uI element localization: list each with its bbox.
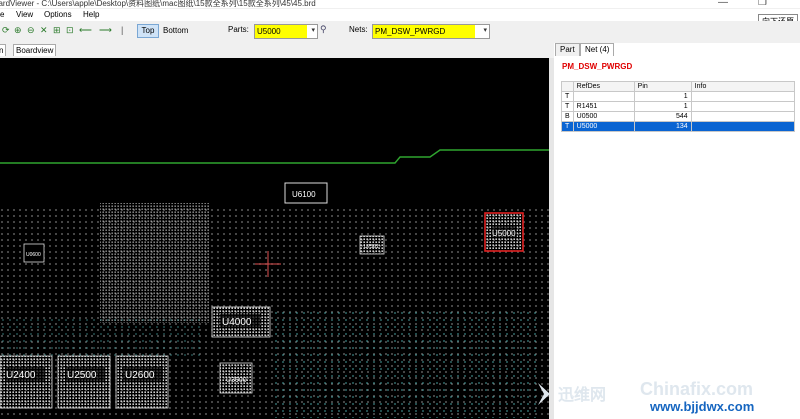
menu-bar: e View Options Help <box>0 9 800 21</box>
board-canvas[interactable]: U6100 U5000 U4000 U2400 U2500 U2600 U390… <box>0 58 549 419</box>
table-row[interactable]: T R1451 1 <box>561 101 795 112</box>
component-U2500[interactable]: U2500 <box>57 355 111 409</box>
cell-side: T <box>561 91 574 102</box>
teal-via-field-left <box>0 318 200 358</box>
cell-info <box>690 101 795 112</box>
component-U6100[interactable]: U6100 <box>284 182 328 204</box>
cell-info <box>690 91 795 102</box>
cell-pin: 544 <box>633 111 692 122</box>
bottom-side-button[interactable]: Bottom <box>163 26 188 35</box>
cell-side: B <box>561 111 574 122</box>
component-label: U4000 <box>222 317 252 328</box>
watermark-text-url: www.bjjdwx.com <box>650 399 755 414</box>
top-side-button[interactable]: Top <box>137 24 159 38</box>
component-label: U6100 <box>292 190 316 199</box>
board-outline-trace <box>0 149 549 164</box>
net-panel: Part Net (4) PM_DSW_PWRGD RefDes Pin Inf… <box>554 43 800 419</box>
chevron-down-icon[interactable]: ▾ <box>483 26 487 34</box>
watermark: 迅维网 Chinafix.com www.bjjdwx.com <box>530 375 800 419</box>
component-U4000[interactable]: U4000 <box>211 306 271 338</box>
table-row[interactable]: B U0500 544 <box>561 111 795 122</box>
menu-view[interactable]: View <box>16 10 33 19</box>
component-U7501[interactable]: U7501 <box>359 235 385 255</box>
watermark-text-cn: 迅维网 <box>558 387 607 404</box>
window-title: oardViewer - C:\Users\apple\Desktop\资料图纸… <box>0 0 316 8</box>
cell-pin: 1 <box>633 101 692 112</box>
tab-boardview[interactable]: Boardview <box>13 44 57 56</box>
column-header-info[interactable]: Info <box>690 81 795 92</box>
next-icon[interactable]: ⟶ <box>99 25 112 36</box>
teal-via-field <box>270 308 540 418</box>
net-pin-table: RefDes Pin Info T 1 T R1451 1 B U0500 54… <box>561 81 795 132</box>
watermark-text-domain: Chinafix.com <box>640 379 754 399</box>
nets-value: PM_DSW_PWRGD <box>373 25 475 38</box>
net-title: PM_DSW_PWRGD <box>562 62 633 71</box>
menu-help[interactable]: Help <box>83 10 99 19</box>
tab-net[interactable]: Net (4) <box>580 43 615 56</box>
cell-info <box>690 121 795 132</box>
component-label: U3900 <box>226 377 247 384</box>
component-field-dense <box>100 203 210 323</box>
flip-icon[interactable]: ⊡ <box>66 25 74 36</box>
component-label: U0600 <box>26 252 41 258</box>
cell-refdes: U5000 <box>572 121 635 132</box>
component-label: U2400 <box>6 370 36 381</box>
cell-pin: 134 <box>633 121 692 132</box>
component-U2400[interactable]: U2400 <box>0 355 53 409</box>
parts-label: Parts: <box>228 25 249 34</box>
component-label: U5000 <box>492 229 516 238</box>
separator-icon: | <box>121 25 124 35</box>
restore-icon[interactable]: ❐ <box>758 0 767 8</box>
table-row-selected[interactable]: T U5000 134 <box>561 121 795 132</box>
nets-label: Nets: <box>349 25 368 34</box>
cell-pin: 1 <box>633 91 692 102</box>
cell-side: T <box>561 101 574 112</box>
nets-combo[interactable]: PM_DSW_PWRGD ▾ <box>372 24 490 39</box>
zoom-out-icon[interactable]: ⊖ <box>27 25 35 36</box>
column-header-pin[interactable]: Pin <box>633 81 692 92</box>
minimize-icon[interactable]: — <box>718 0 728 8</box>
toolbar: ⟳ ⊕ ⊖ ✕ ⊞ ⊡ ⟵ ⟶ | Top Bottom Parts: U500… <box>0 21 800 39</box>
cell-refdes: R1451 <box>572 101 635 112</box>
open-icon[interactable]: ⟳ <box>2 25 10 36</box>
cell-refdes <box>572 91 635 102</box>
document-tabs: n Boardview <box>0 44 553 57</box>
prev-icon[interactable]: ⟵ <box>79 25 92 36</box>
component-U3900[interactable]: U3900 <box>219 362 253 394</box>
component-U2600[interactable]: U2600 <box>115 355 169 409</box>
component-label: U7501 <box>364 244 379 250</box>
chevron-down-icon[interactable]: ▾ <box>311 26 315 34</box>
title-bar: oardViewer - C:\Users\apple\Desktop\资料图纸… <box>0 0 800 8</box>
table-header: RefDes Pin Info <box>561 81 795 92</box>
component-label: U2600 <box>125 370 155 381</box>
menu-options[interactable]: Options <box>44 10 72 19</box>
cell-refdes: U0500 <box>572 111 635 122</box>
menu-file[interactable]: e <box>0 10 4 19</box>
column-header-side[interactable] <box>561 81 574 92</box>
component-U0600[interactable]: U0600 <box>23 243 45 263</box>
filter-icon[interactable]: ⚲ <box>320 24 327 35</box>
parts-value: U5000 <box>255 25 307 38</box>
cell-side: T <box>561 121 574 132</box>
component-label: U2500 <box>67 370 97 381</box>
column-header-refdes[interactable]: RefDes <box>572 81 635 92</box>
tab-previous[interactable]: n <box>0 44 7 56</box>
cell-info <box>690 111 795 122</box>
fit-icon[interactable]: ✕ <box>40 25 48 36</box>
tab-part[interactable]: Part <box>555 43 580 56</box>
zoom-in-icon[interactable]: ⊕ <box>14 25 22 36</box>
table-row[interactable]: T 1 <box>561 91 795 102</box>
zoom-box-icon[interactable]: ⊞ <box>53 25 61 36</box>
parts-combo[interactable]: U5000 ▾ <box>254 24 318 39</box>
component-U5000-selected[interactable]: U5000 <box>484 212 524 252</box>
